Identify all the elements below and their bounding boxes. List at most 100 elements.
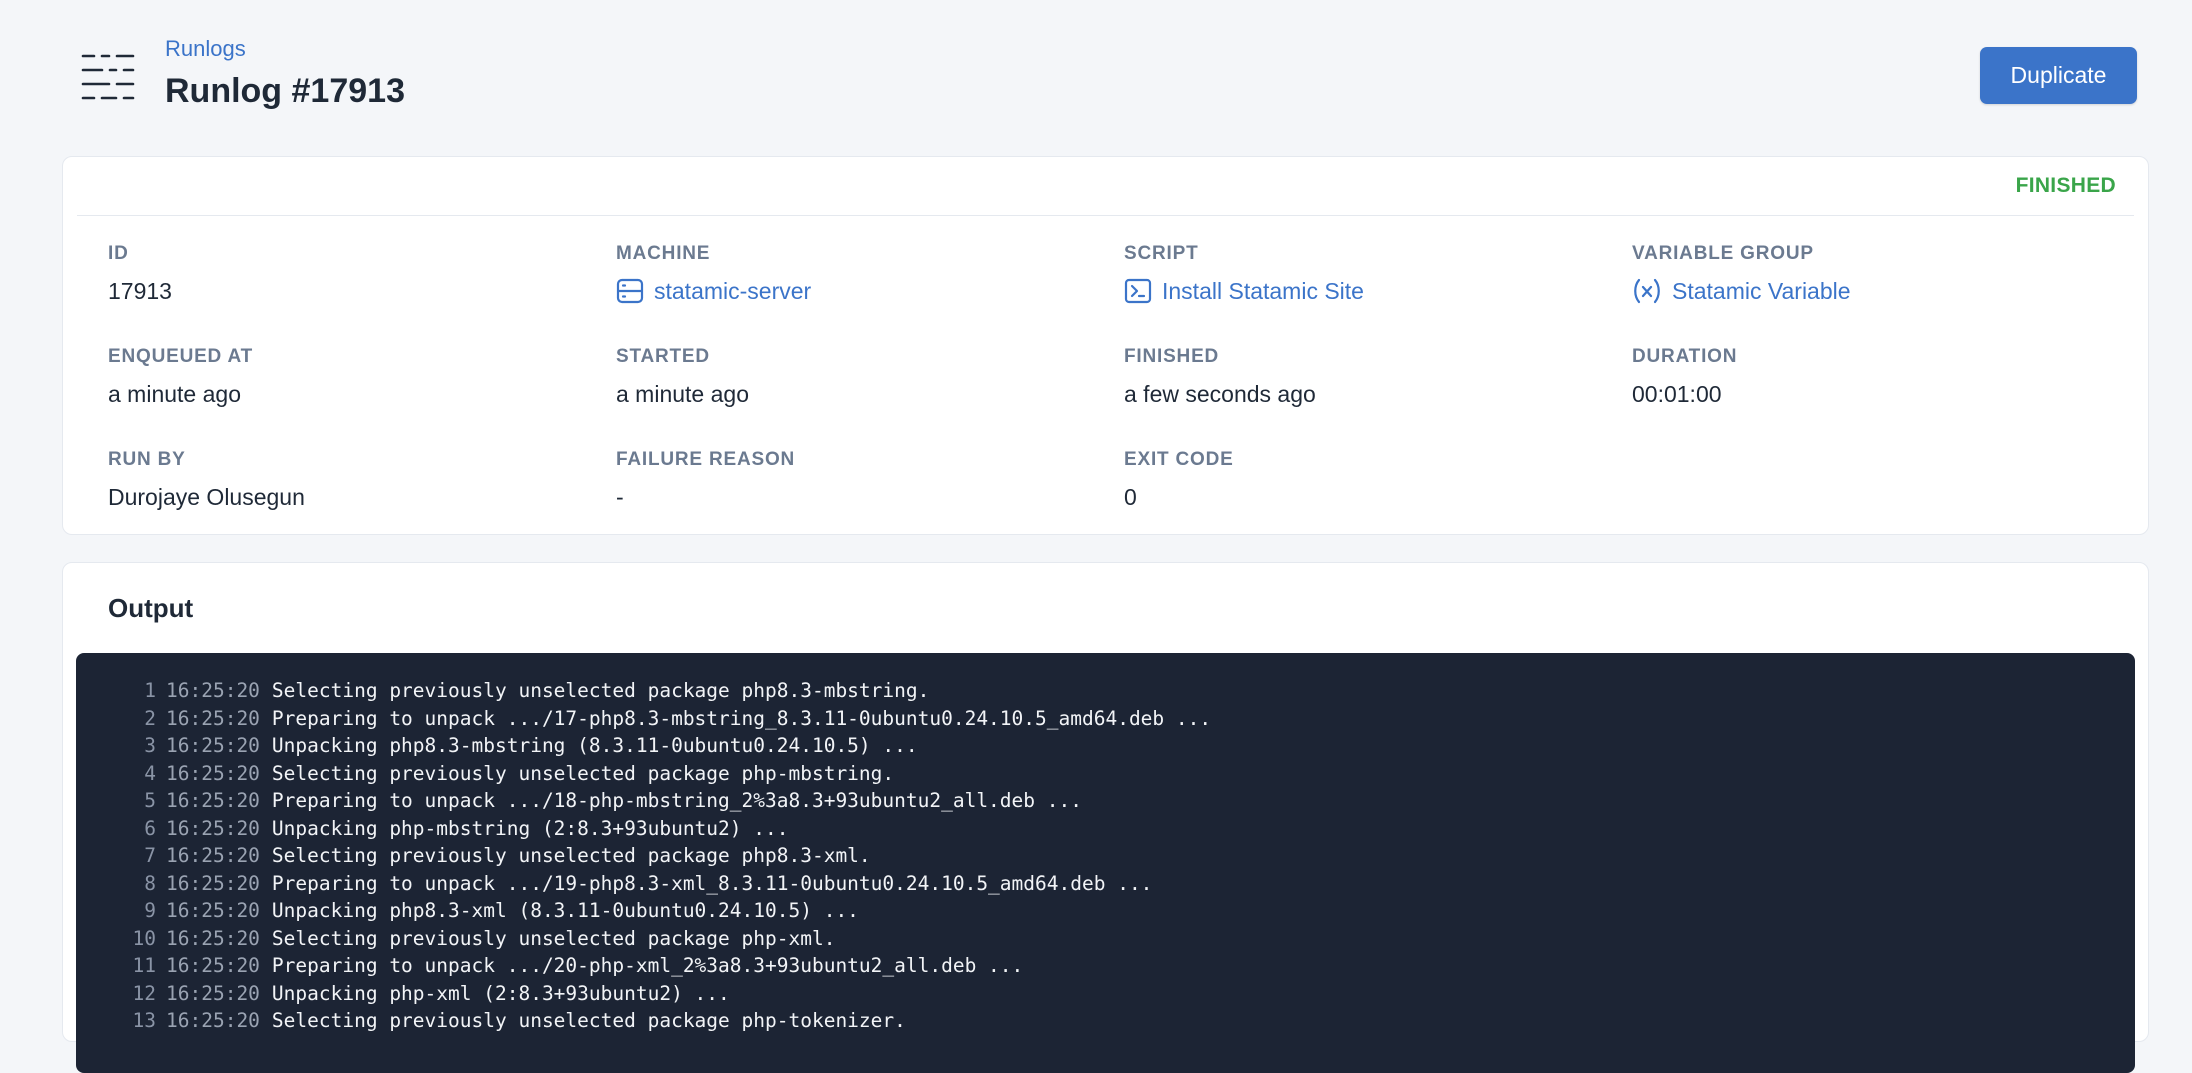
script-link[interactable]: Install Statamic Site [1124, 277, 1604, 305]
log-timestamp: 16:25:20 [166, 706, 260, 730]
log-timestamp: 16:25:20 [166, 734, 260, 757]
machine-name: statamic-server [654, 278, 812, 304]
line-number: 4 [144, 761, 156, 785]
log-timestamp: 16:25:20 [166, 871, 260, 895]
log-line: 8 16:25:20 Preparing to unpack .../19-php8… [76, 870, 2135, 898]
field-script: SCRIPT Install Statamic Site [1124, 243, 1604, 305]
log-line: 12 16:25:20 Unpacking php-xml (2:8.3+93ubu… [76, 980, 2135, 1008]
variable-group-name: Statamic Variable [1672, 278, 1851, 304]
field-enqueued-at-value: a minute ago [108, 381, 241, 407]
log-timestamp: 16:25:20 [166, 789, 260, 812]
machine-link[interactable]: statamic-server [616, 277, 1096, 305]
field-finished-label: FINISHED [1124, 346, 1220, 367]
log-text: Selecting previously unselected package … [271, 926, 836, 950]
page-header: Runlogs Runlog #17913 Duplicate [0, 0, 2192, 150]
breadcrumb-runlogs[interactable]: Runlogs [165, 36, 246, 62]
line-number: 1 [144, 679, 156, 702]
log-timestamp: 16:25:20 [166, 926, 260, 950]
log-text: Preparing to unpack .../17-php8.3-mbstri… [271, 706, 1212, 730]
server-icon [616, 278, 644, 304]
field-enqueued-at: ENQUEUED AT a minute ago [108, 346, 588, 408]
log-line: 4 16:25:20 Selecting previously unselected… [76, 760, 2135, 788]
field-run-by: RUN BY Durojaye Olusegun [108, 449, 588, 511]
field-variable-group-label: VARIABLE GROUP [1632, 243, 1814, 264]
log-timestamp: 16:25:20 [166, 679, 260, 702]
field-run-by-value: Durojaye Olusegun [108, 484, 305, 510]
field-run-by-label: RUN BY [108, 449, 186, 470]
field-id: ID 17913 [108, 243, 588, 305]
field-id-value: 17913 [108, 278, 172, 304]
log-text: Selecting previously unselected package … [271, 679, 930, 702]
field-finished-value: a few seconds ago [1124, 381, 1316, 407]
log-line: 11 16:25:20 Preparing to unpack .../20-php… [76, 952, 2135, 980]
log-text: Unpacking php-mbstring (2:8.3+93ubuntu2)… [271, 816, 789, 840]
log-line: 2 16:25:20 Preparing to unpack .../17-php8… [76, 705, 2135, 733]
line-number: 10 [132, 926, 156, 950]
field-exit-code: EXIT CODE 0 [1124, 449, 1604, 511]
log-text: Preparing to unpack .../20-php-xml_2%3a8… [271, 954, 1024, 977]
log-text: Unpacking php8.3-xml (8.3.11-0ubuntu0.24… [271, 899, 859, 922]
log-line: 10 16:25:20 Selecting previously unselecte… [76, 925, 2135, 953]
runlog-details-card: FINISHED ID 17913 MACHINE statamic-serve… [62, 156, 2149, 535]
log-timestamp: 16:25:20 [166, 816, 260, 840]
log-text: Preparing to unpack .../18-php-mbstring_… [271, 789, 1082, 812]
log-timestamp: 16:25:20 [166, 844, 260, 867]
line-number: 9 [144, 899, 156, 922]
details-divider [77, 215, 2134, 216]
field-exit-code-value: 0 [1124, 484, 1137, 510]
log-line: 13 16:25:20 Selecting previously unselecte… [76, 1007, 2135, 1035]
log-text: Selecting previously unselected package … [271, 1009, 906, 1032]
line-number: 6 [144, 816, 156, 840]
line-number: 13 [132, 1009, 156, 1032]
terminal-icon [1124, 278, 1152, 304]
field-started: STARTED a minute ago [616, 346, 1096, 408]
line-number: 5 [144, 789, 156, 812]
page-title: Runlog #17913 [165, 72, 405, 110]
field-started-label: STARTED [616, 346, 710, 367]
field-machine: MACHINE statamic-server [616, 243, 1096, 305]
field-script-label: SCRIPT [1124, 243, 1199, 264]
field-exit-code-label: EXIT CODE [1124, 449, 1234, 470]
line-number: 3 [144, 734, 156, 757]
field-duration-value: 00:01:00 [1632, 381, 1722, 407]
log-timestamp: 16:25:20 [166, 981, 260, 1005]
output-card: Output 1 16:25:20 Selecting previously uns… [62, 562, 2149, 1073]
field-failure-reason-value: - [616, 484, 624, 510]
field-machine-label: MACHINE [616, 243, 711, 264]
field-id-label: ID [108, 243, 129, 264]
log-line: 5 16:25:20 Preparing to unpack .../18-php-… [76, 787, 2135, 815]
line-number: 12 [132, 981, 156, 1005]
log-text: Selecting previously unselected package … [271, 761, 895, 785]
field-finished: FINISHED a few seconds ago [1124, 346, 1604, 408]
variable-icon [1634, 278, 1660, 304]
variable-group-link[interactable]: Statamic Variable [1632, 277, 2112, 305]
log-text: Preparing to unpack .../19-php8.3-xml_8.… [271, 871, 1153, 895]
line-number: 8 [144, 871, 156, 895]
log-text: Selecting previously unselected package … [271, 844, 871, 867]
output-title: Output [108, 593, 194, 623]
log-timestamp: 16:25:20 [166, 1009, 260, 1032]
duplicate-button[interactable]: Duplicate [1980, 47, 2137, 104]
log-timestamp: 16:25:20 [166, 954, 260, 977]
field-enqueued-at-label: ENQUEUED AT [108, 346, 253, 367]
field-started-value: a minute ago [616, 381, 749, 407]
field-failure-reason-label: FAILURE REASON [616, 449, 796, 470]
runlog-list-icon [81, 54, 135, 100]
line-number: 7 [144, 844, 156, 867]
script-name: Install Statamic Site [1162, 278, 1364, 304]
log-line: 6 16:25:20 Unpacking php-mbstring (2:8.3+9… [76, 815, 2135, 843]
log-line: 9 16:25:20 Unpacking php8.3-xml (8.3.11-0u… [76, 897, 2135, 925]
log-output-terminal[interactable]: 1 16:25:20 Selecting previously unselected… [76, 653, 2135, 1073]
field-failure-reason: FAILURE REASON - [616, 449, 1096, 511]
log-text: Unpacking php8.3-mbstring (8.3.11-0ubunt… [271, 734, 918, 757]
line-number: 11 [132, 954, 156, 977]
status-badge: FINISHED [2015, 174, 2116, 197]
log-timestamp: 16:25:20 [166, 761, 260, 785]
log-timestamp: 16:25:20 [166, 899, 260, 922]
field-duration: DURATION 00:01:00 [1632, 346, 2112, 408]
log-text: Unpacking php-xml (2:8.3+93ubuntu2) ... [271, 981, 730, 1005]
line-number: 2 [144, 706, 156, 730]
log-line: 3 16:25:20 Unpacking php8.3-mbstring (8.3.… [76, 732, 2135, 760]
field-duration-label: DURATION [1632, 346, 1738, 367]
log-line: 7 16:25:20 Selecting previously unselected… [76, 842, 2135, 870]
